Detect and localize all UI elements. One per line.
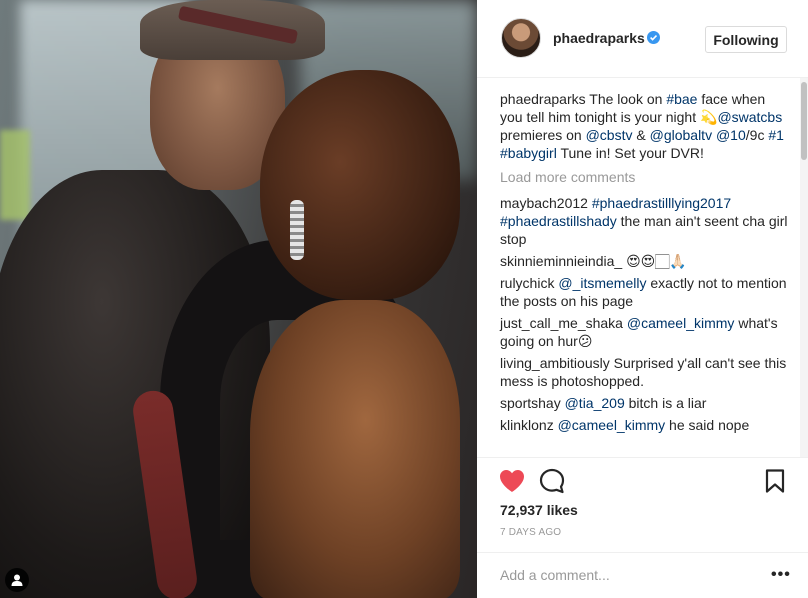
post-actions: 72,937 likes 7 DAYS AGO: [477, 457, 808, 557]
mention-link[interactable]: @_itsmemelly: [558, 275, 646, 291]
mention-link[interactable]: #babygirl: [500, 145, 557, 161]
comment-username[interactable]: just_call_me_shaka: [500, 315, 623, 331]
comment-text: The look on: [589, 91, 667, 107]
caption: phaedraparks The look on #bae face when …: [500, 90, 790, 162]
comments-scrollbar[interactable]: [800, 78, 808, 457]
post-photo[interactable]: [0, 0, 477, 598]
comment-item: sportshay @tia_209 bitch is a liar: [500, 394, 790, 412]
post-timestamp[interactable]: 7 DAYS AGO: [500, 527, 561, 538]
comment-item: maybach2012 #phaedrastilllying2017 #phae…: [500, 194, 790, 248]
mention-link[interactable]: @tia_209: [565, 395, 625, 411]
mention-link[interactable]: #phaedrastilllying2017: [592, 195, 731, 211]
load-more-comments-link[interactable]: Load more comments: [500, 168, 790, 186]
earring: [290, 200, 304, 260]
bookmark-icon[interactable]: [765, 469, 785, 493]
background-green-patch: [0, 130, 30, 220]
comment-item: rulychick @_itsmemelly exactly not to me…: [500, 274, 790, 310]
scrollbar-thumb[interactable]: [801, 82, 807, 160]
header-username[interactable]: phaedraparks: [553, 30, 645, 46]
post-panel: phaedraparks Following phaedraparks The …: [477, 0, 808, 598]
mention-link[interactable]: @globaltv: [650, 127, 712, 143]
mention-link[interactable]: @swatcbs: [717, 109, 782, 125]
comment-username[interactable]: maybach2012: [500, 195, 588, 211]
mention-link[interactable]: @10: [716, 127, 746, 143]
comment-text: /9c: [745, 127, 769, 143]
comment-text: he said nope: [665, 417, 750, 433]
comment-username[interactable]: living_ambitiously: [500, 355, 610, 371]
comment-username[interactable]: skinnieminnieindia_: [500, 253, 622, 269]
mention-link[interactable]: #1: [768, 127, 784, 143]
comment-text: bitch is a liar: [624, 395, 707, 411]
comment-text: &: [632, 127, 650, 143]
woman-back: [250, 300, 460, 598]
comment-item: living_ambitiously Surprised y'all can't…: [500, 354, 790, 390]
comment-item: skinnieminnieindia_ 😍😍🏻🙏🏻: [500, 252, 790, 270]
add-comment-input[interactable]: [500, 565, 750, 585]
following-button[interactable]: Following: [705, 26, 787, 53]
speech-bubble-icon[interactable]: [539, 468, 565, 494]
comments-list[interactable]: phaedraparks The look on #bae face when …: [477, 78, 808, 457]
heart-filled-icon[interactable]: [499, 469, 525, 493]
comment-text: 😍😍🏻🙏🏻: [622, 253, 687, 269]
mention-link[interactable]: #bae: [666, 91, 697, 107]
comment-text: premieres on: [500, 127, 586, 143]
comment-items: maybach2012 #phaedrastilllying2017 #phae…: [500, 194, 790, 434]
likes-count[interactable]: 72,937 likes: [500, 502, 578, 518]
verified-badge-icon: [647, 31, 660, 44]
mention-link[interactable]: @cameel_kimmy: [558, 417, 666, 433]
comment-item: klinklonz @cameel_kimmy he said nope: [500, 416, 790, 434]
mention-link[interactable]: @cameel_kimmy: [627, 315, 735, 331]
mention-link[interactable]: @cbstv: [586, 127, 633, 143]
comment-username[interactable]: klinklonz: [500, 417, 554, 433]
comment-text: Tune in! Set your DVR!: [556, 145, 704, 161]
mention-link[interactable]: #phaedrastillshady: [500, 213, 617, 229]
comments-content: phaedraparks The look on #bae face when …: [500, 90, 790, 438]
caption-username[interactable]: phaedraparks: [500, 91, 586, 107]
comment-username[interactable]: sportshay: [500, 395, 561, 411]
comment-username[interactable]: rulychick: [500, 275, 554, 291]
avatar[interactable]: [501, 18, 541, 58]
woman-hair: [260, 70, 460, 300]
more-options-button[interactable]: •••: [771, 566, 791, 584]
post-header: phaedraparks Following: [477, 0, 808, 78]
add-comment-bar: •••: [477, 552, 808, 598]
user-tag-icon[interactable]: [5, 568, 29, 592]
comment-item: just_call_me_shaka @cameel_kimmy what's …: [500, 314, 790, 350]
